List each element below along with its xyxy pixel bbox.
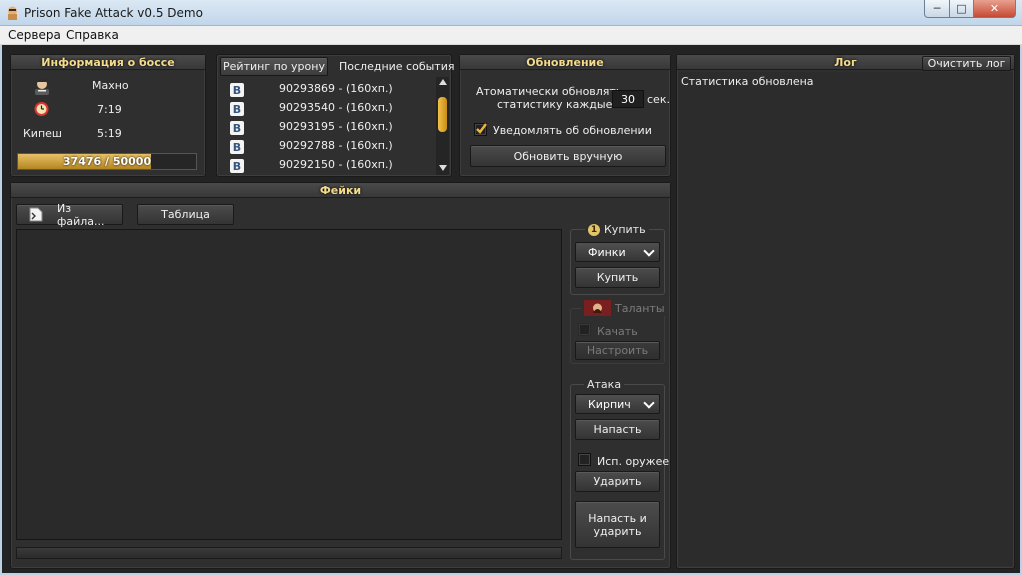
rating-row-text: 90293195 - (160хп.) (279, 120, 393, 133)
boss-hp-bar: 37476 / 50000 (17, 153, 197, 170)
vk-icon: B (230, 102, 244, 116)
notify-checkbox[interactable] (474, 123, 487, 136)
vk-icon: B (230, 140, 244, 154)
use-weapon-label: Исп. оружее (597, 455, 670, 468)
auto-update-label-line2: статистику каждые: (497, 98, 617, 111)
boss-timer: 7:19 (97, 103, 122, 116)
log-text-area[interactable]: Статистика обновлена (678, 72, 1013, 566)
scroll-up-icon[interactable] (439, 79, 447, 85)
menu-help[interactable]: Справка (66, 28, 119, 42)
vk-icon: B (230, 121, 244, 135)
rating-row-text: 90293540 - (160хп.) (279, 101, 393, 114)
fakes-header: Фейки (11, 183, 670, 198)
use-weapon-checkbox[interactable] (578, 453, 591, 466)
talents-icon (584, 300, 611, 316)
close-icon: ✕ (989, 2, 1000, 15)
attack-weapon-select[interactable]: Кирпич (575, 394, 660, 414)
attack-and-hit-button[interactable]: Напасть и ударить (575, 501, 660, 548)
scroll-thumb[interactable] (438, 97, 447, 132)
update-panel: Обновление Атоматически обновлять статис… (459, 54, 671, 177)
boss-info-header: Информация о боссе (11, 55, 205, 70)
tab-recent-events[interactable]: Последние события (339, 60, 454, 73)
list-item[interactable]: B 90293540 - (160хп.) (228, 100, 428, 119)
attack-select-value: Кирпич (588, 397, 631, 411)
close-button[interactable]: ✕ (973, 0, 1016, 18)
scroll-down-icon[interactable] (439, 165, 447, 171)
talents-group-label: Таланты (581, 300, 668, 316)
tab-damage-rating[interactable]: Рейтинг по урону (220, 57, 328, 76)
vk-icon: B (230, 83, 244, 97)
talents-label: Таланты (615, 301, 665, 315)
chevron-down-icon (643, 245, 655, 257)
boss-name: Махно (92, 79, 129, 92)
vk-icon: B (230, 159, 244, 173)
minimize-button[interactable]: ─ (924, 0, 950, 18)
window-title: Prison Fake Attack v0.5 Demo (24, 6, 203, 20)
maximize-button[interactable]: □ (949, 0, 974, 18)
fakes-progress-bar (16, 547, 562, 559)
from-file-label: Из файла... (56, 201, 105, 228)
attack-and-hit-line2: ударить (593, 524, 642, 538)
menu-servers[interactable]: Сервера (8, 28, 61, 42)
log-line: Статистика обновлена (681, 75, 814, 88)
talents-checkbox-label: Качать (597, 325, 638, 338)
list-item[interactable]: B 90293195 - (160хп.) (228, 119, 428, 138)
buy-select-value: Финки (588, 245, 626, 259)
rating-panel: Рейтинг по урону Последние события B 902… (216, 54, 454, 177)
list-item[interactable]: B 90293869 - (160хп.) (228, 81, 428, 100)
attack-and-hit-line1: Напасть и (588, 511, 647, 525)
boss-info-panel: Информация о боссе Махно 7:19 Кипеш 5:19… (10, 54, 206, 177)
boss-avatar-icon (35, 79, 49, 95)
boss-hp-text: 37476 / 50000 (62, 155, 152, 168)
kipesh-timer: 5:19 (97, 127, 122, 140)
log-panel: Лог Очистить лог Статистика обновлена (676, 54, 1015, 569)
kipesh-label: Кипеш (23, 127, 62, 140)
client-area: Информация о боссе Махно 7:19 Кипеш 5:19… (2, 45, 1020, 573)
buy-item-select[interactable]: Финки (575, 242, 660, 262)
app-icon (8, 6, 17, 20)
attack-button[interactable]: Напасть (575, 419, 660, 440)
coin-icon: 1 (588, 223, 600, 236)
fakes-list[interactable] (16, 229, 562, 540)
update-header: Обновление (460, 55, 670, 70)
manual-update-button[interactable]: Обновить вручную (470, 145, 666, 167)
buy-label: Купить (604, 223, 646, 236)
checkmark-icon (476, 123, 487, 134)
from-file-button[interactable]: Из файла... (16, 201, 123, 228)
minimize-icon: ─ (933, 2, 941, 15)
rating-list: B 90293869 - (160хп.) B 90293540 - (160х… (220, 76, 436, 175)
list-item[interactable]: B 90292788 - (160хп.) (228, 138, 428, 157)
maximize-icon: □ (956, 2, 967, 15)
clear-log-button[interactable]: Очистить лог (922, 56, 1011, 71)
attack-label: Атака (584, 378, 625, 391)
rating-row-text: 90292150 - (160хп.) (279, 158, 393, 171)
interval-input[interactable]: 30 (612, 90, 644, 108)
rating-row-text: 90292788 - (160хп.) (279, 139, 393, 152)
alarm-clock-icon (34, 102, 49, 116)
rating-scrollbar[interactable] (436, 77, 449, 175)
talents-checkbox[interactable] (578, 323, 591, 336)
hit-button[interactable]: Ударить (575, 471, 660, 492)
rating-row-text: 90293869 - (160хп.) (279, 82, 393, 95)
table-button[interactable]: Таблица (137, 204, 234, 225)
notify-label: Уведомлять об обновлении (493, 124, 652, 137)
auto-update-label-line1: Атоматически обновлять (476, 85, 623, 98)
file-icon (29, 207, 43, 222)
talents-configure-button[interactable]: Настроить (575, 341, 660, 360)
list-item[interactable]: B 90292150 - (160хп.) (228, 157, 428, 175)
fakes-panel: Фейки Из файла... Таблица 1 Купить Финки… (10, 182, 671, 569)
menu-bar: Сервера Справка (0, 26, 1022, 45)
interval-unit: сек. (647, 93, 670, 106)
chevron-down-icon (643, 397, 655, 409)
buy-button[interactable]: Купить (575, 267, 660, 288)
buy-group-label: 1 Купить (585, 223, 649, 236)
